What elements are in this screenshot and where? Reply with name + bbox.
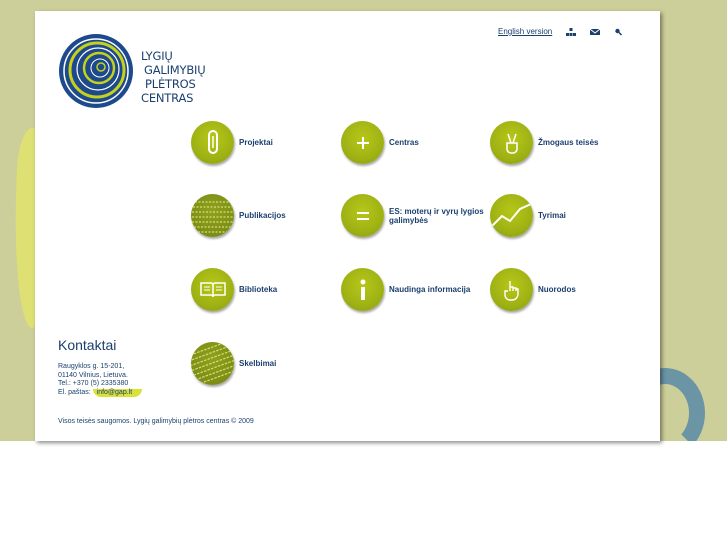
contacts-title: Kontaktai [58, 337, 117, 353]
tile-tyrimai[interactable]: Tyrimai [490, 194, 566, 237]
logo-line-2: GALIMYBIŲ [144, 63, 206, 77]
tile-label: Žmogaus teisės [538, 138, 599, 147]
tile-label: Nuorodos [538, 285, 576, 294]
tile-label: Publikacijos [239, 211, 286, 220]
text-texture-icon [191, 194, 234, 237]
pointing-hand-icon [490, 268, 533, 311]
address-line-2: 01140 Vilnius, Lietuva. [58, 371, 128, 379]
equals-icon [341, 194, 384, 237]
logo-line-1: LYGIŲ [141, 49, 173, 63]
contacts-section: Kontaktai Raugyklos g. 15-201, 01140 Vil… [58, 337, 208, 397]
main-page: LYGIŲ GALIMYBIŲ PLĖTROS CENTRAS English … [35, 11, 660, 441]
tile-label: Naudinga informacija [389, 285, 471, 294]
tile-centras[interactable]: Centras [341, 121, 419, 164]
logo-line-3: PLĖTROS [145, 77, 196, 91]
footer-copyright: Visos teisės saugomos. Lygių galimybių p… [58, 418, 254, 425]
tile-label: ES: moterų ir vyrų lygios galimybės [389, 206, 484, 225]
tile-label: Biblioteka [239, 285, 278, 294]
logo-text: LYGIŲ GALIMYBIŲ PLĖTROS CENTRAS [141, 49, 206, 105]
address-line-1: Raugyklos g. 15-201, [58, 363, 125, 370]
tile-label: Skelbimai [239, 359, 277, 368]
mail-icon[interactable] [589, 28, 601, 36]
tile-publikacijos[interactable]: Publikacijos [191, 194, 286, 237]
search-icon[interactable] [614, 28, 624, 36]
email-label: El. paštas: [58, 388, 91, 396]
victory-hand-icon [490, 121, 533, 164]
site-logo[interactable]: LYGIŲ GALIMYBIŲ PLĖTROS CENTRAS [58, 33, 208, 113]
email-link[interactable]: info@gap.lt [92, 388, 143, 397]
tile-label: Centras [389, 138, 419, 147]
tile-nuorodos[interactable]: Nuorodos [490, 268, 576, 311]
tile-zmogaus-teises[interactable]: Žmogaus teisės [490, 121, 598, 164]
top-nav: English version [498, 27, 624, 36]
tile-label: Tyrimai [538, 211, 566, 220]
info-icon [341, 268, 384, 311]
logo-swirl-icon [59, 34, 133, 108]
sitemap-icon[interactable] [566, 27, 577, 36]
phone-line: Tel.: +370 (5) 2335380 [58, 380, 129, 387]
logo-line-4: CENTRAS [141, 91, 194, 105]
tile-naudinga-informacija[interactable]: Naudinga informacija [341, 268, 470, 311]
email-line: El. paštas: info@gap.lt [58, 388, 208, 397]
plus-icon [341, 121, 384, 164]
line-chart-icon [490, 194, 533, 237]
tile-biblioteka[interactable]: Biblioteka [191, 268, 277, 311]
english-version-link[interactable]: English version [498, 27, 552, 36]
tile-es-lygios-galimybes[interactable]: ES: moterų ir vyrų lygios galimybės [341, 194, 484, 237]
tile-projektai[interactable]: Projektai [191, 121, 273, 164]
open-book-icon [191, 268, 234, 311]
pencil-icon [191, 121, 234, 164]
tile-label: Projektai [239, 138, 273, 147]
